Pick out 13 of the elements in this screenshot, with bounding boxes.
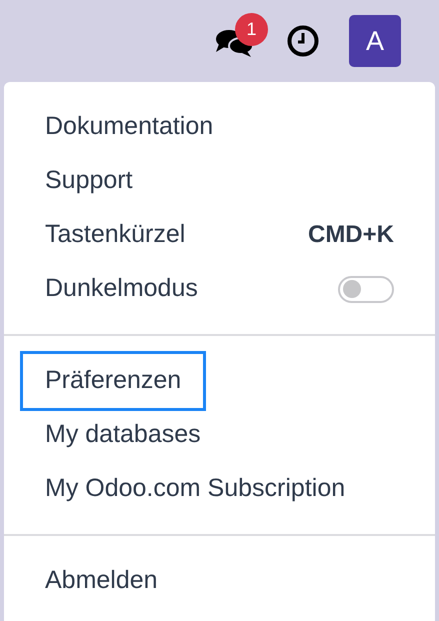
toggle-switch[interactable] — [338, 276, 394, 302]
menu-item[interactable]: Abmelden — [23, 554, 416, 608]
menu-item[interactable]: Tastenkürzel — [23, 208, 208, 262]
menu-item[interactable]: Dokumentation — [23, 100, 416, 154]
menu-item[interactable]: Präferenzen — [23, 354, 204, 408]
shortcut-label: CMD+K — [308, 220, 395, 250]
menu-item[interactable]: My databases — [23, 408, 416, 462]
user-avatar[interactable]: A — [349, 15, 401, 67]
menu-item[interactable]: Dunkelmodus — [23, 262, 220, 316]
clock-icon[interactable] — [287, 25, 319, 57]
menu-item[interactable]: My Odoo.com Subscription — [23, 462, 416, 516]
menu-item[interactable]: Support — [23, 154, 416, 208]
notification-badge: 1 — [235, 13, 268, 46]
